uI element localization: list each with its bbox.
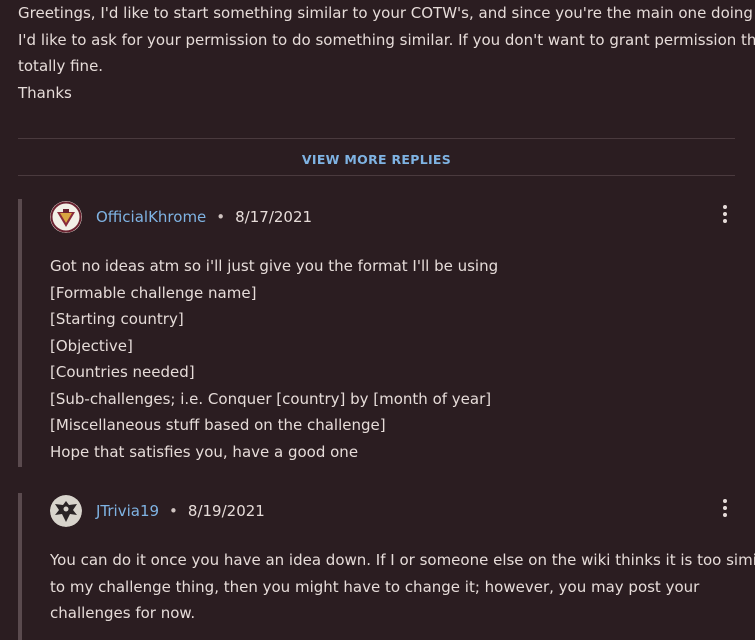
comment-line: Thanks (18, 83, 72, 102)
eagle-avatar-icon (50, 495, 82, 527)
reply-body: You can do it once you have an idea down… (50, 547, 755, 627)
separator-dot: • (169, 502, 178, 520)
comment-line: totally fine. (18, 57, 104, 75)
reply-username[interactable]: OfficialKhrome (96, 208, 206, 226)
more-options-button[interactable] (719, 205, 731, 227)
reply-body: Got no ideas atm so i'll just give you t… (50, 253, 498, 465)
reply-line: [Formable challenge name] (50, 283, 257, 302)
reply-line: [Starting country] (50, 310, 184, 328)
comment-line: I'd like to ask for your permission to d… (18, 30, 755, 49)
vertical-ellipsis-icon (723, 205, 727, 209)
reply: OfficialKhrome • 8/17/2021 Got no ideas … (18, 199, 735, 467)
avatar[interactable] (50, 495, 82, 527)
reply-line: Got no ideas atm so i'll just give you t… (50, 257, 499, 275)
top-comment-body: Greetings, I'd like to start something s… (18, 0, 755, 106)
reply-line: to my challenge thing, then you might ha… (50, 577, 700, 596)
reply-line: [Miscellaneous stuff based on the challe… (50, 416, 386, 434)
divider (18, 138, 735, 139)
divider (18, 175, 735, 176)
reply-header: JTrivia19 • 8/19/2021 (50, 493, 265, 529)
reply: JTrivia19 • 8/19/2021 You can do it once… (18, 493, 755, 640)
reply-line: [Sub-challenges; i.e. Conquer [country] … (50, 389, 492, 408)
reply-thread-bar (18, 199, 22, 467)
reply-thread-bar (18, 493, 22, 640)
reply-line: Hope that satisfies you, have a good one (50, 442, 359, 461)
reply-line: challenges for now. (50, 604, 196, 622)
comment-line: Greetings, I'd like to start something s… (18, 4, 755, 22)
reply-username[interactable]: JTrivia19 (96, 502, 159, 520)
reply-line: [Countries needed] (50, 363, 195, 381)
reply-header: OfficialKhrome • 8/17/2021 (50, 199, 312, 235)
view-more-replies-button[interactable]: VIEW MORE REPLIES (18, 152, 735, 172)
reply-date: 8/17/2021 (235, 208, 313, 226)
reply-line: You can do it once you have an idea down… (50, 551, 755, 569)
separator-dot: • (216, 208, 226, 226)
reply-date: 8/19/2021 (187, 502, 265, 520)
more-options-button[interactable] (719, 499, 731, 521)
crest-avatar-icon (50, 201, 82, 233)
vertical-ellipsis-icon (723, 499, 727, 503)
avatar[interactable] (50, 201, 82, 233)
reply-line: [Objective] (50, 336, 133, 355)
